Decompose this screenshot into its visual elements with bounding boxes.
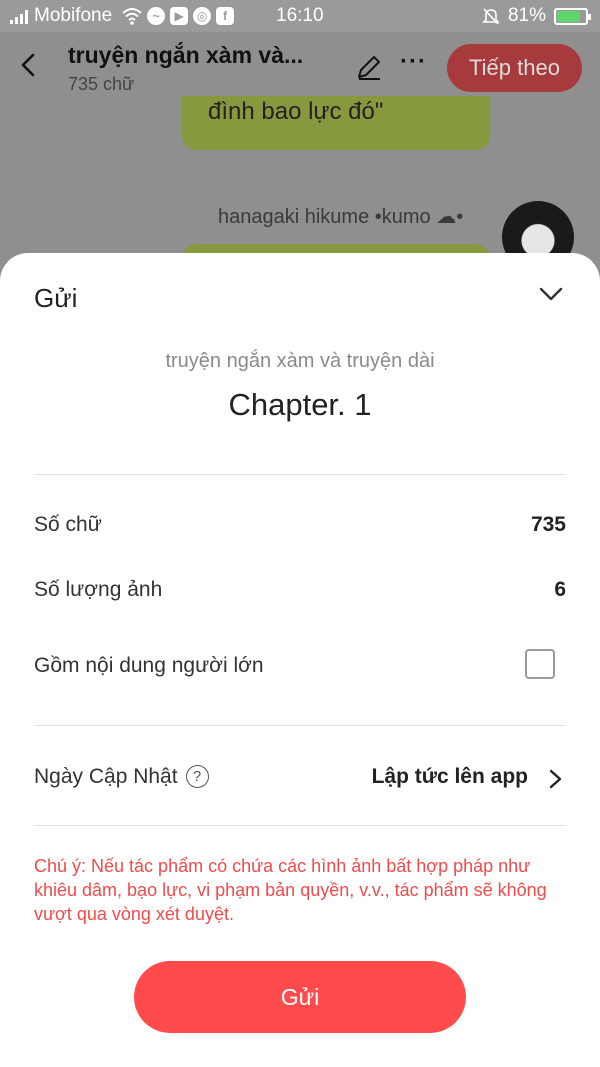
send-button[interactable]: Gửi xyxy=(134,961,466,1033)
story-name: truyện ngắn xàm và truyện dài xyxy=(165,350,435,372)
update-date-row[interactable]: Ngày Cập Nhật? xyxy=(34,765,209,789)
chevron-down-icon[interactable] xyxy=(536,279,566,309)
youtube-icon: ▶ xyxy=(170,7,189,25)
word-count-value: 735 xyxy=(530,513,566,536)
chat-background: đình bao lực đó" hanagaki hikume •kumo ☁… xyxy=(0,96,600,274)
divider xyxy=(34,725,566,726)
battery-level xyxy=(557,10,580,22)
warning-notice: Chú ý: Nếu tác phẩm có chứa các hình ảnh… xyxy=(34,856,547,924)
sheet-title: Gửi xyxy=(34,283,78,313)
edit-icon[interactable] xyxy=(354,52,384,82)
help-icon[interactable]: ? xyxy=(185,765,209,788)
next-button[interactable]: Tiếp theo xyxy=(447,44,582,92)
word-count: 735 chữ xyxy=(68,74,135,94)
update-date-value[interactable]: Lập tức lên app xyxy=(372,765,528,789)
story-title: truyện ngắn xàm và... xyxy=(68,42,304,68)
divider xyxy=(34,825,566,826)
editor-header: truyện ngắn xàm và... 735 chữ ··· Tiếp t… xyxy=(0,32,600,106)
battery-percent: 81% xyxy=(507,5,546,26)
more-icon[interactable]: ··· xyxy=(400,48,427,76)
signal-icon xyxy=(10,8,28,24)
messenger-icon: ~ xyxy=(147,7,166,25)
clock: 16:10 xyxy=(276,5,324,26)
send-sheet: Gửi truyện ngắn xàm và truyện dài Chapte… xyxy=(0,253,600,1067)
status-bar: Mobifone ~ ▶ ◎ f 16:10 81% xyxy=(0,0,600,32)
adult-content-label: Gồm nội dung người lớn xyxy=(34,654,264,677)
chat-bubble: đình bao lực đó" xyxy=(182,96,490,150)
chrome-icon: ◎ xyxy=(193,7,212,25)
chapter-title: Chapter. 1 xyxy=(228,387,372,422)
chevron-right-icon[interactable] xyxy=(546,766,566,792)
image-count-label: Số lượng ảnh xyxy=(34,578,163,601)
update-date-label: Ngày Cập Nhật xyxy=(34,765,178,788)
adult-content-checkbox[interactable] xyxy=(525,649,555,679)
chat-author: hanagaki hikume •kumo ☁• xyxy=(218,206,464,228)
back-icon[interactable] xyxy=(14,50,44,80)
divider xyxy=(34,474,566,475)
image-count-value: 6 xyxy=(554,578,566,601)
facebook-icon: f xyxy=(216,7,235,25)
mute-icon xyxy=(482,8,500,25)
battery-icon xyxy=(554,7,591,25)
carrier-name: Mobifone xyxy=(34,5,113,26)
word-count-label: Số chữ xyxy=(34,513,102,536)
wifi-icon xyxy=(122,8,142,25)
